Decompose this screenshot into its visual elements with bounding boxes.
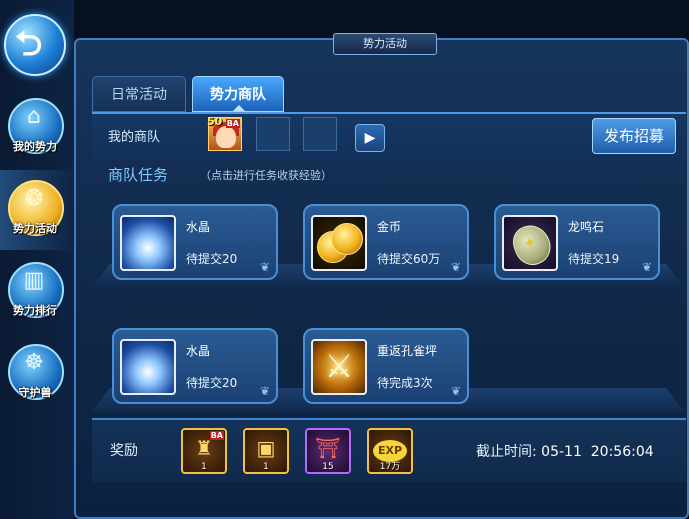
caravan-hero-slot[interactable]: 50 BA	[207, 115, 242, 151]
task-status: 待完成3次	[377, 376, 433, 390]
task-status: 待提交20	[186, 252, 238, 266]
deadline-label: 截止时间:	[476, 444, 537, 460]
task-name: 重返孔雀坪	[377, 344, 438, 358]
task-name: 水晶	[186, 344, 211, 358]
task-status: 待提交20	[186, 376, 238, 390]
cloud-ornament-icon: ❦	[450, 384, 461, 398]
gold-coin-icon	[311, 215, 367, 271]
back-arrow-icon: ⮌	[15, 24, 43, 64]
sidebar-item-my-guild[interactable]: ⌂ 我的势力	[2, 98, 68, 168]
cloud-ornament-icon: ❦	[259, 384, 270, 398]
reward-count: 1	[263, 462, 269, 472]
reward-label: 奖励	[110, 443, 138, 459]
sidebar-item-label: 我的势力	[13, 140, 57, 153]
cloud-ornament-icon: ❦	[259, 260, 270, 274]
tab-daily-activity[interactable]: 日常活动	[92, 76, 186, 112]
publish-recruit-button[interactable]: 发布招募	[592, 118, 676, 154]
sidebar-item-label: 势力排行	[13, 304, 57, 317]
crystal-icon	[120, 215, 176, 271]
deadline-value: 05-11 20:56:04	[541, 444, 654, 460]
reward-rank-badge: BA	[209, 431, 224, 440]
task-card-gold[interactable]: 金币 待提交60万 ❦	[303, 204, 469, 280]
task-card-crystal[interactable]: 水晶 待提交20 ❦	[112, 204, 278, 280]
caravan-empty-slot[interactable]	[303, 117, 337, 151]
sidebar-item-guild-ranking[interactable]: ▥ 势力排行	[2, 262, 68, 332]
reward-count: 17万	[379, 462, 401, 472]
cloud-ornament-icon: ❦	[450, 260, 461, 274]
reward-item[interactable]: EXP 17万	[367, 428, 413, 474]
reward-count: 15	[322, 462, 334, 472]
tab-guild-caravan[interactable]: 势力商队	[192, 76, 284, 112]
task-status: 待提交60万	[377, 252, 441, 266]
sidebar-item-label: 守护兽	[18, 386, 52, 399]
reward-count: 1	[201, 462, 207, 472]
panel-title: 势力活动	[333, 33, 437, 55]
sidebar-item-guardian-beast[interactable]: ☸ 守护兽	[2, 344, 68, 414]
hero-level: 50	[207, 115, 223, 128]
caravan-tasks-hint: （点击进行任务收获经验）	[200, 169, 332, 182]
left-sidebar	[0, 0, 74, 519]
reward-item[interactable]: ▣ 1	[243, 428, 289, 474]
task-card-crystal[interactable]: 水晶 待提交20 ❦	[112, 328, 278, 404]
hero-avatar-icon	[216, 126, 236, 148]
deadline: 截止时间: 05-11 20:56:04	[476, 441, 654, 461]
sidebar-item-guild-activity[interactable]: ❂ 势力活动	[0, 170, 74, 250]
task-card-return-peacock[interactable]: ⚔ 重返孔雀坪 待完成3次 ❦	[303, 328, 469, 404]
reward-item[interactable]: ⛩ 15	[305, 428, 351, 474]
caravan-empty-slot[interactable]	[256, 117, 290, 151]
task-card-dragon-stone[interactable]: 龙鸣石 待提交19 ❦	[494, 204, 660, 280]
sidebar-item-label: 势力活动	[13, 222, 57, 235]
reward-item[interactable]: ♜ BA 1	[181, 428, 227, 474]
crystal-icon	[120, 339, 176, 395]
my-caravan-label: 我的商队	[108, 130, 161, 145]
dragon-stone-icon	[502, 215, 558, 271]
crossed-swords-icon: ⚔	[311, 339, 367, 395]
hero-rank-badge: BA	[225, 119, 240, 128]
back-button[interactable]: ⮌	[4, 14, 66, 76]
treasure-chest-icon: ▣	[256, 436, 276, 460]
task-name: 金币	[377, 220, 402, 234]
scroll-banner-icon: ⛩	[315, 436, 341, 460]
task-name: 龙鸣石	[568, 220, 605, 234]
task-name: 水晶	[186, 220, 211, 234]
caravan-tasks-title: 商队任务	[108, 166, 169, 184]
task-status: 待提交19	[568, 252, 620, 266]
cloud-ornament-icon: ❦	[641, 260, 652, 274]
caravan-next-arrow-icon[interactable]: ▶	[355, 124, 385, 152]
